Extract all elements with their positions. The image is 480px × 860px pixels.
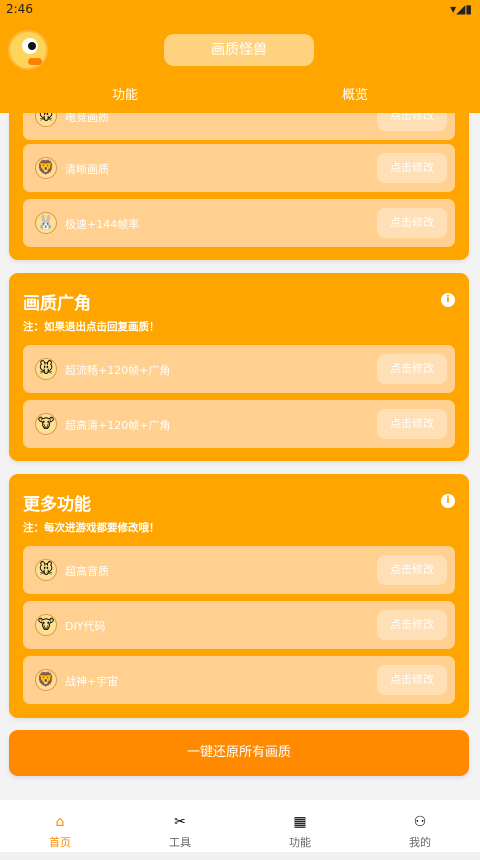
home-icon: ⌂ bbox=[55, 814, 65, 830]
nav-label: 工具 bbox=[169, 836, 191, 849]
section-note: 注：如果退出点击回复画质！ bbox=[23, 321, 160, 333]
modify-button[interactable]: 点击修改 bbox=[377, 610, 447, 640]
rabbit-icon: 🐰 bbox=[35, 212, 57, 234]
modify-button[interactable]: 点击修改 bbox=[377, 409, 447, 439]
section-quality: 🐭 电竞画质 点击修改 🦁 清晰画质 点击修改 🐰 极速+144帧率 点击修改 bbox=[9, 92, 469, 260]
modify-button[interactable]: 点击修改 bbox=[377, 555, 447, 585]
row-label: 战神+宇宙 bbox=[65, 675, 119, 688]
modify-button[interactable]: 点击修改 bbox=[377, 153, 447, 183]
nav-label: 功能 bbox=[289, 836, 311, 849]
row-label: 超高清+120帧+广角 bbox=[65, 419, 171, 432]
mouse-icon: 🐭 bbox=[35, 358, 57, 380]
info-icon[interactable]: i bbox=[441, 293, 455, 307]
section-title: 更多功能 bbox=[23, 495, 91, 515]
row-clear-quality[interactable]: 🦁 清晰画质 点击修改 bbox=[23, 144, 455, 192]
grid-icon: ▦ bbox=[293, 814, 307, 830]
tools-icon: ✂ bbox=[174, 814, 186, 830]
status-bar-overlay: 2:46 ▾◢▮ bbox=[0, 0, 480, 18]
mouse-icon: 🐭 bbox=[35, 559, 57, 581]
section-more: 更多功能 i 注：每次进游戏都要修改哦！ 🐭 超高音质 点击修改 🐮 DIY代码… bbox=[9, 474, 469, 718]
row-label: 超流畅+120帧+广角 bbox=[65, 364, 171, 377]
section-title: 画质广角 bbox=[23, 294, 91, 314]
section-note: 注：每次进游戏都要修改哦！ bbox=[23, 522, 160, 534]
lion-icon: 🦁 bbox=[35, 669, 57, 691]
tab-overview-overlay[interactable]: 概览 bbox=[342, 84, 368, 103]
info-icon[interactable]: i bbox=[441, 494, 455, 508]
nav-features[interactable]: ▦ 功能 bbox=[240, 800, 360, 860]
row-high-audio[interactable]: 🐭 超高音质 点击修改 bbox=[23, 546, 455, 594]
row-fast-144[interactable]: 🐰 极速+144帧率 点击修改 bbox=[23, 199, 455, 247]
cow-icon: 🐮 bbox=[35, 413, 57, 435]
row-label: 极速+144帧率 bbox=[65, 218, 140, 231]
row-label: DIY代码 bbox=[65, 620, 106, 633]
modify-button[interactable]: 点击修改 bbox=[377, 665, 447, 695]
top-tabs-overlay: 功能 概览 bbox=[0, 80, 480, 110]
user-icon: ⚇ bbox=[413, 814, 427, 830]
row-label: 电竞画质 bbox=[65, 111, 109, 124]
nav-label: 我的 bbox=[409, 836, 431, 849]
row-diy-code[interactable]: 🐮 DIY代码 点击修改 bbox=[23, 601, 455, 649]
nav-home[interactable]: ⌂ 首页 bbox=[0, 800, 120, 860]
status-time-overlay: 2:46 bbox=[6, 2, 33, 16]
reset-all-button[interactable]: 一键还原所有画质 bbox=[9, 730, 469, 776]
page-title-overlay: 画质怪兽 bbox=[164, 34, 314, 66]
nav-label: 首页 bbox=[49, 836, 71, 849]
avatar-beak bbox=[28, 58, 42, 65]
lion-icon: 🦁 bbox=[35, 157, 57, 179]
status-icons-overlay: ▾◢▮ bbox=[450, 2, 472, 16]
tab-feature-overlay[interactable]: 功能 bbox=[112, 84, 138, 103]
avatar-overlay[interactable] bbox=[8, 30, 48, 70]
avatar-pupil bbox=[28, 42, 36, 50]
modify-button[interactable]: 点击修改 bbox=[377, 354, 447, 384]
row-god-universe[interactable]: 🦁 战神+宇宙 点击修改 bbox=[23, 656, 455, 704]
nav-tools[interactable]: ✂ 工具 bbox=[120, 800, 240, 860]
row-label: 清晰画质 bbox=[65, 163, 109, 176]
row-label: 超高音质 bbox=[65, 565, 109, 578]
bottom-gesture-bar bbox=[0, 852, 480, 860]
row-hd-120-wide[interactable]: 🐮 超高清+120帧+广角 点击修改 bbox=[23, 400, 455, 448]
bottom-nav: ⌂ 首页 ✂ 工具 ▦ 功能 ⚇ 我的 bbox=[0, 800, 480, 860]
cow-icon: 🐮 bbox=[35, 614, 57, 636]
modify-button[interactable]: 点击修改 bbox=[377, 208, 447, 238]
nav-me[interactable]: ⚇ 我的 bbox=[360, 800, 480, 860]
section-wide-angle: 画质广角 i 注：如果退出点击回复画质！ 🐭 超流畅+120帧+广角 点击修改 … bbox=[9, 273, 469, 461]
row-smooth-120-wide[interactable]: 🐭 超流畅+120帧+广角 点击修改 bbox=[23, 345, 455, 393]
